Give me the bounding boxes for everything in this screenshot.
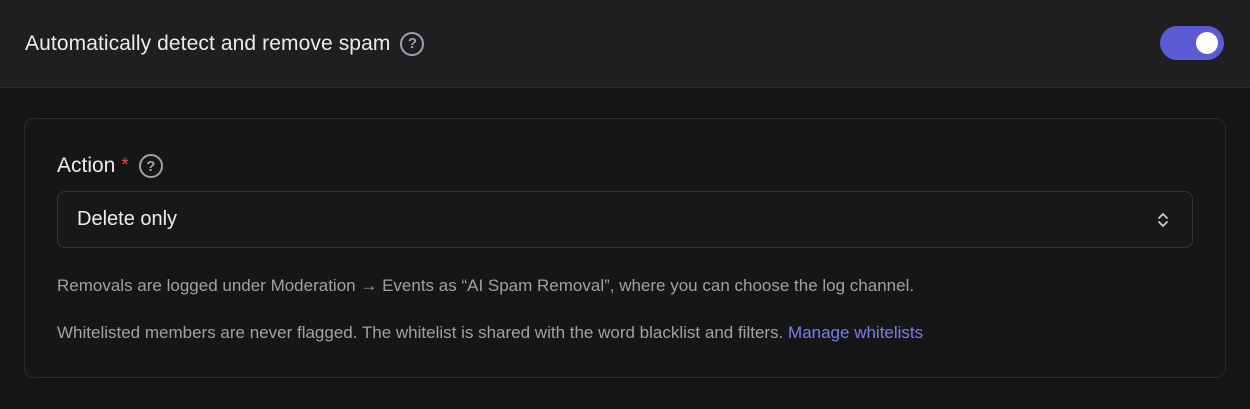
chevron-up-down-icon xyxy=(1158,213,1168,227)
manage-whitelists-link[interactable]: Manage whitelists xyxy=(788,323,923,342)
action-select-value: Delete only xyxy=(77,208,178,230)
action-label-row: Action * ? xyxy=(57,154,1193,178)
action-select[interactable]: Delete only xyxy=(57,191,1193,248)
logging-hint: Removals are logged under Moderation → E… xyxy=(57,276,915,295)
toggle-knob xyxy=(1196,32,1218,54)
required-mark: * xyxy=(121,155,129,176)
spam-detection-title: Automatically detect and remove spam xyxy=(25,31,391,55)
spam-settings-page: Automatically detect and remove spam ? A… xyxy=(0,0,1250,409)
action-help-icon[interactable]: ? xyxy=(138,154,163,178)
spam-detection-header: Automatically detect and remove spam ? xyxy=(0,0,1250,88)
help-icon[interactable]: ? xyxy=(400,31,425,56)
action-panel: Action * ? Delete only Removals are logg… xyxy=(24,118,1226,378)
whitelist-hint: Whitelisted members are never flagged. T… xyxy=(57,323,1193,343)
action-label: Action xyxy=(57,154,116,177)
spam-detection-toggle[interactable] xyxy=(1160,26,1224,60)
whitelist-hint-text: Whitelisted members are never flagged. T… xyxy=(57,323,784,342)
